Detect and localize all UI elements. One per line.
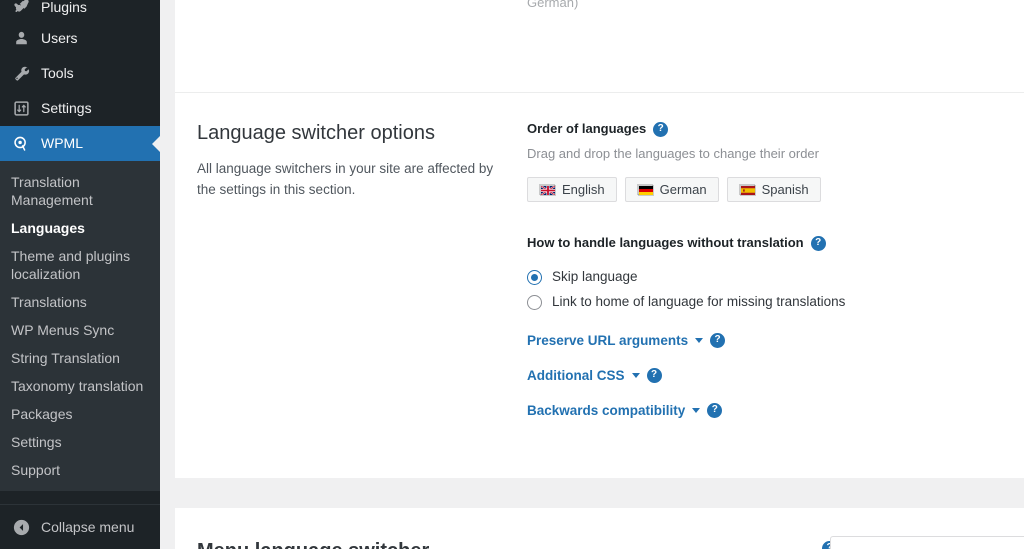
handle-languages-field: How to handle languages without translat… [527, 234, 1004, 311]
sidebar-item-plugins[interactable]: Plugins [0, 0, 160, 21]
flag-uk-icon [539, 184, 556, 196]
handle-languages-radio-group: Skip language Link to home of language f… [527, 268, 1004, 311]
help-icon[interactable]: ? [646, 368, 662, 383]
flag-de-icon [636, 184, 654, 196]
language-chip-label: Spanish [761, 182, 809, 197]
radio-label: Skip language [552, 269, 638, 284]
sidebar-subitem-translations[interactable]: Translations [0, 288, 160, 316]
chevron-down-icon [695, 338, 704, 343]
help-icon[interactable]: ? [653, 121, 669, 137]
wpml-icon [10, 134, 32, 154]
sidebar-main-menu: Plugins Users Tools Settings WPML [0, 0, 160, 161]
section-description: All language switchers in your site are … [197, 161, 494, 197]
sidebar-item-wpml[interactable]: WPML [0, 126, 160, 161]
sidebar-item-settings[interactable]: Settings [0, 91, 160, 126]
order-of-languages-hint: Drag and drop the languages to change th… [527, 146, 819, 161]
chevron-down-icon [631, 373, 640, 378]
collapse-menu-label: Collapse menu [41, 519, 135, 535]
chevron-down-icon [692, 408, 701, 413]
sidebar-subitem-support[interactable]: Support [0, 456, 160, 484]
order-of-languages-field: Order of languages ? Drag and drop the l… [527, 120, 1004, 202]
toggle-backwards-compatibility[interactable]: Backwards compatibility [527, 403, 701, 418]
radio-input[interactable] [527, 269, 542, 285]
page-title: Language switcher options [197, 122, 435, 144]
active-indicator-arrow [152, 135, 160, 152]
wpml-submenu: Translation Management Languages Theme a… [0, 161, 160, 491]
order-of-languages-label: Order of languages ? [527, 120, 1004, 138]
toggle-label: Preserve URL arguments [527, 333, 689, 348]
sidebar-item-label: WPML [41, 135, 83, 151]
radio-label: Link to home of language for missing tra… [552, 294, 846, 309]
settings-sliders-icon [10, 99, 32, 119]
order-of-languages-label-text: Order of languages [527, 121, 647, 136]
menu-language-switcher-panel: Menu language switcher ? [175, 508, 1024, 549]
radio-input[interactable] [527, 294, 542, 310]
radio-option-skip-language[interactable]: Skip language [527, 268, 1004, 286]
sidebar-subitem-taxonomy-translation[interactable]: Taxonomy translation [0, 372, 160, 400]
language-chip-spanish[interactable]: Spanish [726, 177, 821, 202]
sidebar-item-tools[interactable]: Tools [0, 56, 160, 91]
wrench-icon [10, 64, 32, 84]
language-order-list: English German Spanish [527, 177, 1004, 202]
plugin-icon [10, 0, 32, 17]
sidebar-item-label: Settings [41, 100, 92, 116]
toggle-preserve-url-arguments[interactable]: Preserve URL arguments [527, 333, 704, 348]
help-icon[interactable]: ? [707, 403, 723, 418]
radio-option-link-to-home[interactable]: Link to home of language for missing tra… [527, 293, 1004, 311]
handle-languages-label: How to handle languages without translat… [527, 234, 1004, 252]
language-chip-english[interactable]: English [527, 177, 617, 202]
screen: Plugins Users Tools Settings WPML Transl… [0, 0, 1024, 549]
section-divider [175, 92, 1024, 93]
main-content: German) Language switcher options All la… [160, 0, 1024, 549]
sidebar-subitem-translation-management[interactable]: Translation Management [0, 168, 160, 214]
sidebar-item-label: Plugins [41, 0, 87, 15]
section-left-column: Language switcher options All language s… [197, 120, 507, 200]
sidebar-subitem-settings[interactable]: Settings [0, 428, 160, 456]
language-chip-label: English [562, 182, 605, 197]
menu-language-switcher-title: Menu language switcher [197, 538, 429, 549]
sidebar-item-label: Users [41, 30, 78, 46]
help-icon[interactable]: ? [710, 333, 726, 348]
sidebar-subitem-theme-and-plugins-localization[interactable]: Theme and plugins localization [0, 242, 160, 288]
sidebar-item-label: Tools [41, 65, 74, 81]
collapse-menu-button[interactable]: Collapse menu [0, 504, 160, 549]
users-icon [10, 29, 32, 49]
sidebar-subitem-wp-menus-sync[interactable]: WP Menus Sync [0, 316, 160, 344]
toggle-preserve-url-arguments-row: Preserve URL arguments ? [527, 333, 1004, 348]
admin-sidebar: Plugins Users Tools Settings WPML Transl… [0, 0, 160, 549]
language-chip-german[interactable]: German [624, 177, 719, 202]
menu-language-switcher-input[interactable] [830, 536, 1024, 549]
language-switcher-options-panel: German) Language switcher options All la… [175, 0, 1024, 478]
sidebar-item-users[interactable]: Users [0, 21, 160, 56]
language-chip-label: German [659, 182, 707, 197]
toggle-label: Backwards compatibility [527, 403, 686, 418]
sidebar-subitem-string-translation[interactable]: String Translation [0, 344, 160, 372]
toggle-additional-css[interactable]: Additional CSS [527, 368, 640, 383]
collapse-arrow-icon [10, 518, 32, 537]
help-icon[interactable]: ? [810, 235, 826, 251]
flag-es-icon [738, 184, 756, 196]
sidebar-subitem-packages[interactable]: Packages [0, 400, 160, 428]
handle-languages-label-text: How to handle languages without translat… [527, 235, 804, 250]
section-right-column: Order of languages ? Drag and drop the l… [527, 120, 1004, 418]
truncated-previous-text: German) [527, 0, 579, 10]
toggle-backwards-compatibility-row: Backwards compatibility ? [527, 403, 1004, 418]
toggle-additional-css-row: Additional CSS ? [527, 368, 1004, 383]
toggle-label: Additional CSS [527, 368, 625, 383]
sidebar-subitem-languages[interactable]: Languages [0, 214, 160, 242]
